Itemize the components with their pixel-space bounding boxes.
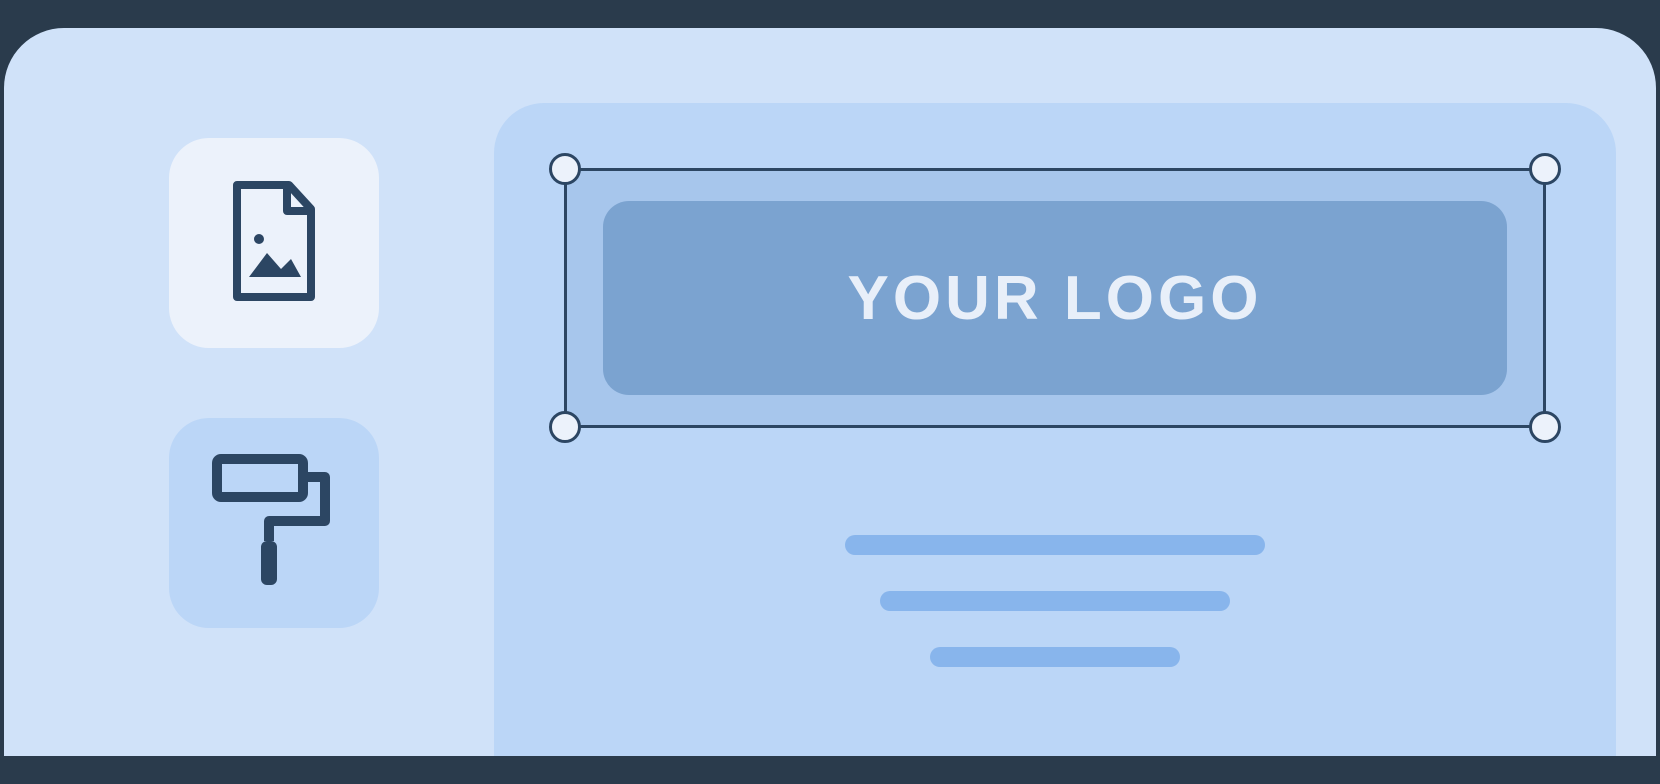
placeholder-text-line bbox=[880, 591, 1230, 611]
paint-roller-icon bbox=[209, 451, 339, 596]
resize-handle-top-left[interactable] bbox=[549, 153, 581, 185]
logo-placeholder-label: YOUR LOGO bbox=[848, 263, 1263, 334]
image-tool-button[interactable] bbox=[169, 138, 379, 348]
placeholder-text-block bbox=[549, 535, 1561, 667]
editor-frame: YOUR LOGO bbox=[4, 28, 1656, 756]
resize-handle-top-right[interactable] bbox=[1529, 153, 1561, 185]
design-canvas[interactable]: YOUR LOGO bbox=[494, 103, 1616, 756]
resize-handle-bottom-left[interactable] bbox=[549, 411, 581, 443]
tool-sidebar bbox=[4, 28, 494, 756]
image-file-icon bbox=[229, 181, 319, 306]
placeholder-text-line bbox=[845, 535, 1265, 555]
logo-selection-box[interactable]: YOUR LOGO bbox=[549, 153, 1561, 443]
placeholder-text-line bbox=[930, 647, 1180, 667]
paint-tool-button[interactable] bbox=[169, 418, 379, 628]
logo-placeholder[interactable]: YOUR LOGO bbox=[603, 201, 1507, 395]
resize-handle-bottom-right[interactable] bbox=[1529, 411, 1561, 443]
